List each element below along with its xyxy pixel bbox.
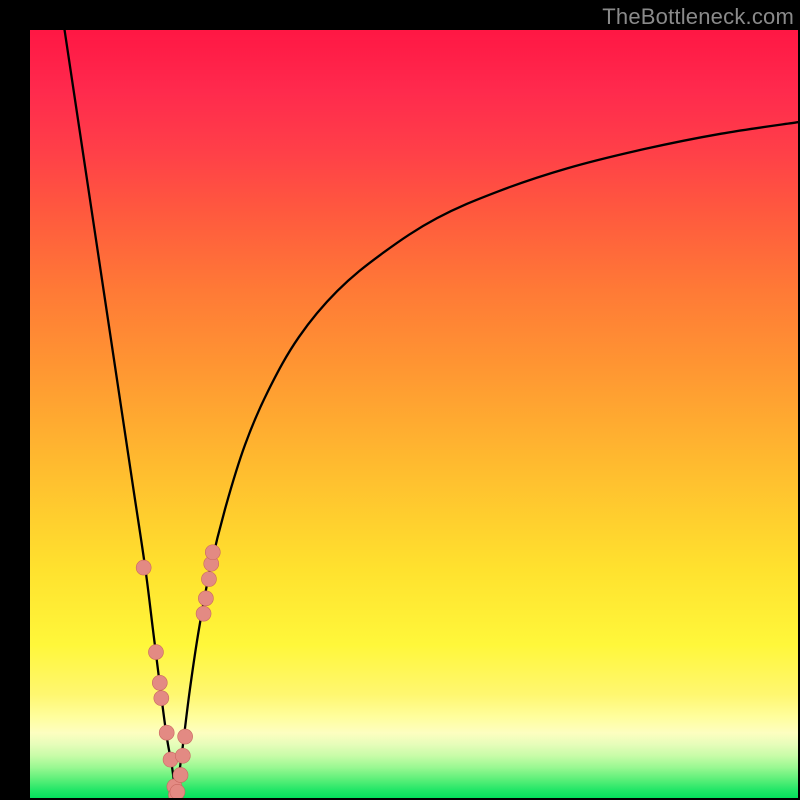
curve-right-branch (176, 122, 798, 798)
marker-m14 (198, 591, 213, 606)
marker-m4 (154, 691, 169, 706)
chart-svg (30, 30, 798, 798)
curve-group (65, 30, 798, 798)
marker-m1 (136, 560, 151, 575)
marker-m15 (201, 572, 216, 587)
marker-m12 (178, 729, 193, 744)
marker-m13 (196, 606, 211, 621)
marker-m2 (148, 645, 163, 660)
marker-m10 (173, 767, 188, 782)
markers-group (136, 545, 220, 798)
watermark-text: TheBottleneck.com (602, 4, 794, 30)
chart-frame: TheBottleneck.com (0, 0, 800, 800)
marker-m17 (205, 545, 220, 560)
plot-area (30, 30, 798, 798)
marker-m3 (152, 675, 167, 690)
marker-m5 (159, 725, 174, 740)
marker-m9 (170, 784, 185, 798)
marker-m11 (175, 748, 190, 763)
